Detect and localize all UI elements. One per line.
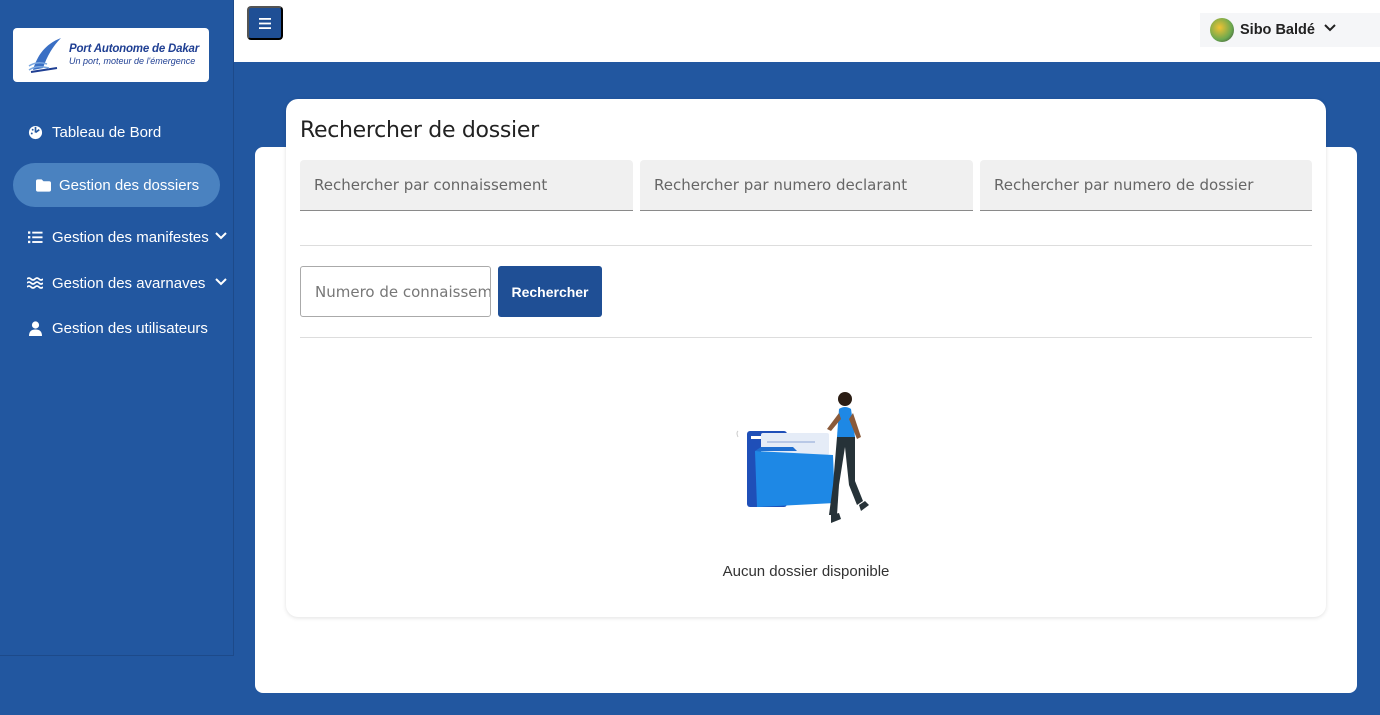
user-menu[interactable]: Sibo Baldé [1200, 13, 1380, 47]
brand-tagline: Un port, moteur de l'émergence [69, 55, 196, 66]
sidebar-item-label: Gestion des dossiers [59, 176, 200, 194]
sidebar-item-label: Tableau de Bord [52, 123, 162, 141]
empty-state-message: Aucun dossier disponible [722, 563, 890, 580]
brand-title: Port Autonome de Dakar [69, 43, 200, 56]
brand-logo[interactable]: Port Autonome de Dakar Un port, moteur d… [13, 28, 209, 82]
sidebar-item-label: Gestion des manifestes [52, 228, 209, 246]
search-button[interactable]: Rechercher [498, 266, 602, 317]
folder-icon [35, 177, 51, 193]
avatar [1210, 18, 1234, 42]
port-logo-icon [27, 34, 67, 76]
top-bar: Sibo Baldé [234, 0, 1380, 62]
menu-toggle-button[interactable] [247, 6, 283, 40]
sidebar-item-avarnaves[interactable]: Gestion des avarnaves [13, 261, 227, 305]
sidebar-item-dashboard[interactable]: Tableau de Bord [13, 110, 220, 154]
search-by-declarant-input[interactable] [640, 160, 973, 211]
search-by-connaissement-input[interactable] [300, 160, 633, 211]
chevron-down-icon[interactable] [214, 229, 228, 247]
search-by-dossier-input[interactable] [980, 160, 1312, 211]
sidebar-item-manifestes[interactable]: Gestion des manifestes [13, 215, 227, 259]
waves-icon [27, 275, 43, 291]
user-name: Sibo Baldé [1240, 22, 1315, 38]
chevron-down-icon[interactable] [214, 275, 228, 293]
divider [300, 245, 1312, 246]
user-icon [27, 320, 43, 336]
connaissement-number-input[interactable] [300, 266, 491, 317]
hamburger-icon [259, 17, 271, 29]
list-icon [27, 229, 43, 245]
sidebar-item-utilisateurs[interactable]: Gestion des utilisateurs [13, 306, 220, 350]
chevron-down-icon [1323, 21, 1337, 40]
sidebar: Port Autonome de Dakar Un port, moteur d… [0, 0, 234, 656]
sidebar-item-label: Gestion des avarnaves [52, 274, 206, 292]
divider [300, 337, 1312, 338]
sidebar-item-label: Gestion des utilisateurs [52, 319, 208, 337]
page-title: Rechercher de dossier [300, 118, 539, 143]
dashboard-icon [27, 124, 43, 140]
sidebar-item-dossiers[interactable]: Gestion des dossiers [13, 163, 220, 207]
empty-folder-illustration-icon [733, 389, 883, 529]
search-card: Rechercher de dossier Rechercher par con… [286, 99, 1326, 617]
